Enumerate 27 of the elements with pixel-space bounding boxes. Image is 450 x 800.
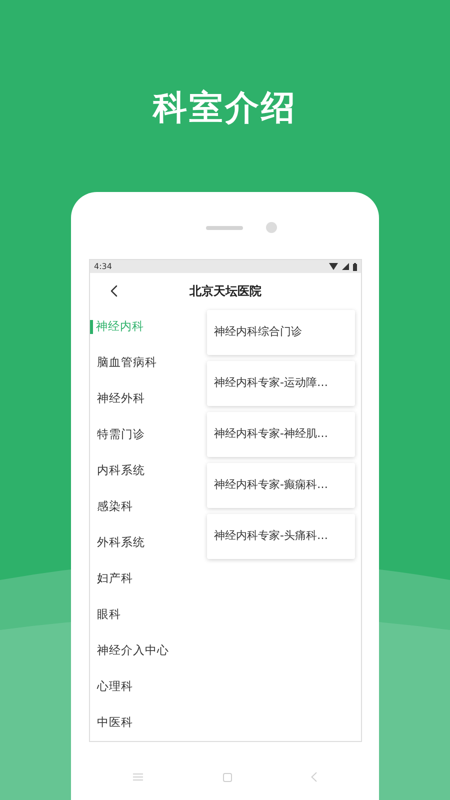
clinic-card[interactable]: 神经内科综合门诊 — [207, 310, 355, 355]
department-item[interactable]: 眼科 — [90, 597, 207, 633]
department-item[interactable]: 特需门诊 — [90, 417, 207, 453]
clinic-card[interactable]: 神经内科专家-癫痫科… — [207, 463, 355, 508]
department-item[interactable]: 神经介入中心 — [90, 633, 207, 669]
status-time: 4:34 — [94, 262, 112, 272]
selection-bar — [90, 320, 93, 334]
speaker-slot — [206, 226, 243, 230]
home-icon[interactable] — [222, 772, 232, 782]
department-item[interactable]: 内科系统 — [90, 453, 207, 489]
menu-icon[interactable] — [133, 773, 143, 781]
clinic-card[interactable]: 神经内科专家-神经肌… — [207, 412, 355, 457]
department-item[interactable]: 妇产科 — [90, 561, 207, 597]
wifi-icon — [329, 263, 338, 270]
clinic-card[interactable]: 神经内科专家-头痛科… — [207, 514, 355, 559]
department-item[interactable]: 外科系统 — [90, 525, 207, 561]
signal-icon — [342, 263, 349, 270]
back-nav-icon[interactable] — [311, 772, 317, 782]
department-item[interactable]: 神经外科 — [90, 381, 207, 417]
clinic-card[interactable]: 神经内科专家-运动障… — [207, 361, 355, 406]
header-title: 北京天坛医院 — [190, 283, 262, 300]
headline: 科室介绍 — [153, 88, 297, 128]
department-item[interactable]: 中医科 — [90, 705, 207, 741]
department-item[interactable]: 心理科 — [90, 669, 207, 705]
battery-icon — [353, 262, 357, 270]
department-item[interactable]: 脑血管病科 — [90, 345, 207, 381]
department-item[interactable]: 感染科 — [90, 489, 207, 525]
